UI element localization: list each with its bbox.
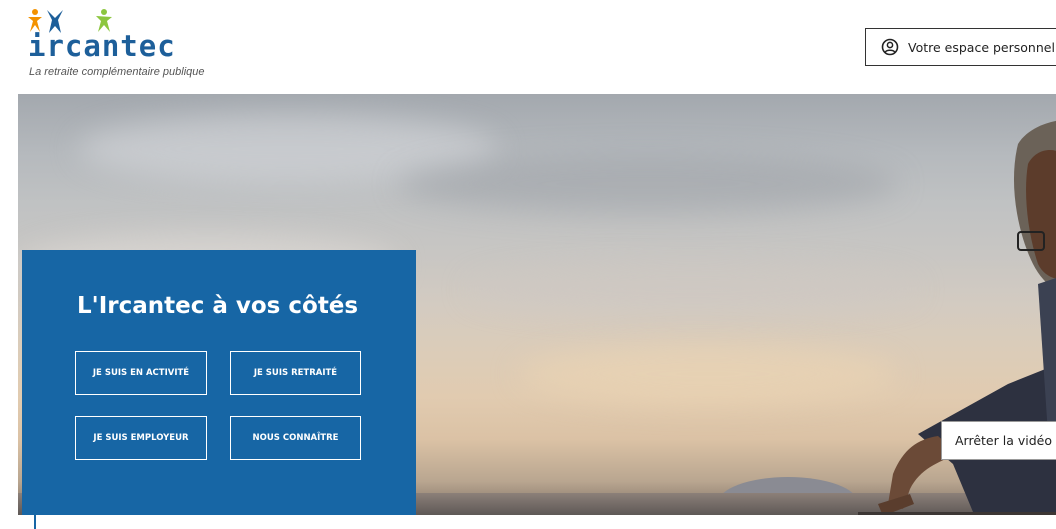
about-us-button[interactable]: NOUS CONNAÎTRE	[230, 416, 361, 460]
stop-video-button[interactable]: Arrêter la vidéo	[941, 421, 1056, 460]
ircantec-logo[interactable]: ircantec La retraite complémentaire publ…	[28, 8, 238, 82]
cloud	[468, 264, 918, 314]
page: ircantec La retraite complémentaire publ…	[0, 0, 1056, 529]
personal-space-button[interactable]: Votre espace personnel	[865, 28, 1056, 66]
personal-space-label: Votre espace personnel	[908, 39, 1055, 55]
employer-button[interactable]: JE SUIS EMPLOYEUR	[75, 416, 207, 460]
person-portrait-illustration	[1014, 120, 1056, 434]
active-worker-button[interactable]: JE SUIS EN ACTIVITÉ	[75, 351, 207, 395]
audience-panel: L'Ircantec à vos côtés JE SUIS EN ACTIVI…	[22, 250, 416, 515]
logo-wordmark: ircantec	[28, 29, 176, 63]
section-marker	[34, 515, 36, 529]
logo-tagline: La retraite complémentaire publique	[29, 66, 205, 78]
site-header: ircantec La retraite complémentaire publ…	[0, 0, 1056, 94]
cloud	[398, 154, 898, 214]
cloud	[518, 344, 898, 404]
panel-title: L'Ircantec à vos côtés	[77, 293, 359, 319]
retiree-button[interactable]: JE SUIS RETRAITÉ	[230, 351, 361, 395]
user-circle-icon	[881, 38, 899, 56]
